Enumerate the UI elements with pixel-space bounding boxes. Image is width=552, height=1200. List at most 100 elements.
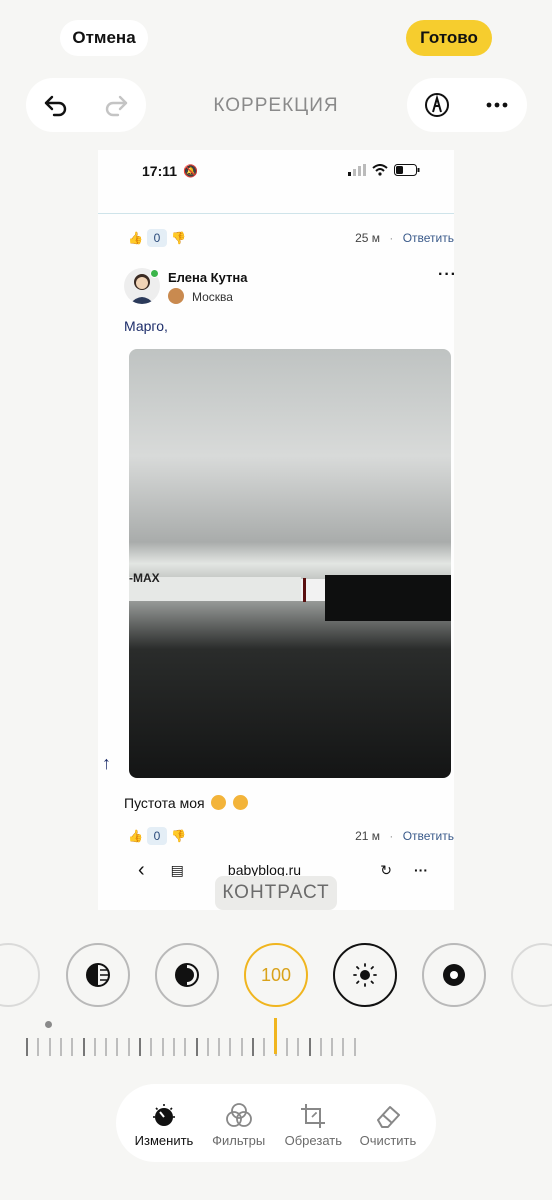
slider-tick [150, 1038, 153, 1056]
slider-tick [93, 1038, 96, 1056]
comment-meta: 25 м · Ответить [355, 231, 454, 245]
reply-link[interactable]: Ответить [403, 829, 454, 843]
slider-tick [331, 1038, 334, 1056]
cancel-button[interactable]: Отмена [60, 20, 148, 56]
divider [98, 213, 454, 214]
post-photo[interactable]: -MAX [129, 349, 451, 778]
thumb-down-icon[interactable]: 👎 [171, 829, 186, 843]
post-more-button[interactable]: ··· [438, 266, 454, 284]
online-indicator [150, 269, 159, 278]
post-time: 21 м [355, 829, 381, 843]
slider-tick [353, 1038, 356, 1056]
slider-tick [82, 1038, 85, 1056]
scroll-top-icon[interactable]: ↑ [102, 753, 111, 774]
slider-tick [26, 1038, 28, 1056]
signal-icon [348, 163, 366, 179]
battery-icon [394, 163, 420, 179]
post-greeting: Марго, [124, 318, 168, 334]
sun-icon [353, 963, 377, 987]
eraser-icon [373, 1099, 403, 1133]
slider-tick [229, 1038, 232, 1056]
tab-filters[interactable]: Фильтры [203, 1099, 275, 1148]
crop-icon [298, 1099, 328, 1133]
slider-tick [342, 1038, 345, 1056]
tabs-icon[interactable]: ▤ [171, 862, 184, 879]
markup-more-group [407, 78, 527, 132]
slider-tick [285, 1038, 288, 1056]
slider-tick [263, 1038, 266, 1056]
post-location: Москва [192, 290, 233, 304]
slider-tick [206, 1038, 209, 1056]
adjust-option-brilliance[interactable] [155, 943, 219, 1007]
adjustment-value: 100 [260, 964, 292, 985]
meta-separator: · [389, 231, 394, 245]
slider-pointer[interactable] [274, 1018, 277, 1054]
more-options-icon[interactable] [477, 85, 517, 125]
tab-clean[interactable]: Очистить [352, 1099, 424, 1148]
adjust-option-prev[interactable] [0, 943, 40, 1007]
slider-tick [139, 1038, 141, 1056]
meta-separator: · [389, 829, 394, 843]
browser-more-icon[interactable]: ··· [414, 862, 428, 878]
girl-emoji-icon [168, 288, 184, 304]
status-time: 17:11 [142, 163, 178, 179]
slider-tick [105, 1038, 108, 1056]
slider-tick [195, 1038, 198, 1056]
slider-tick [71, 1038, 74, 1056]
adjust-option-black-point[interactable] [422, 943, 486, 1007]
test-line [303, 578, 306, 602]
half-circle-lines-icon [86, 963, 110, 987]
comment-actions: 👍 0 👎 25 м · Ответить [128, 227, 454, 249]
markup-pen-icon[interactable] [417, 85, 457, 125]
thumb-down-icon[interactable]: 👎 [171, 231, 186, 245]
comment-time: 25 м [355, 231, 381, 245]
reload-icon[interactable]: ↻ [380, 862, 392, 879]
wifi-icon [372, 163, 388, 179]
tab-label: Изменить [134, 1133, 194, 1148]
adjustment-name: КОНТРАСТ [215, 876, 337, 910]
tab-adjust[interactable]: Изменить [128, 1099, 200, 1148]
post-author[interactable]: Елена Кутна [168, 270, 247, 285]
post-text: Пустота моя [124, 795, 249, 811]
thumb-up-icon[interactable]: 👍 [128, 829, 143, 843]
adjust-option-exposure[interactable] [66, 943, 130, 1007]
slider-tick [319, 1038, 322, 1056]
like-count: 0 [146, 827, 167, 845]
like-count: 0 [146, 229, 167, 247]
black-point-icon [443, 964, 465, 986]
edit-tab-bar: Изменить Фильтры Обрезать Очистить [116, 1084, 436, 1162]
slider-tick [308, 1038, 311, 1056]
adjust-dial-icon [149, 1099, 179, 1133]
slider-tick [240, 1038, 243, 1056]
adjust-option-next[interactable] [511, 943, 552, 1007]
emoji-icon [233, 795, 249, 810]
slider-tick [172, 1038, 175, 1056]
tab-label: Обрезать [284, 1133, 342, 1148]
tab-label: Фильтры [212, 1133, 266, 1148]
slider-tick [48, 1038, 51, 1056]
slider-tick [297, 1038, 300, 1056]
status-bar: 17:11 🔕 [98, 150, 454, 192]
slider-tick [127, 1038, 130, 1056]
slider-tick [218, 1038, 221, 1056]
slider-tick [252, 1038, 254, 1056]
emoji-icon [211, 795, 227, 810]
slider-tick [37, 1038, 40, 1056]
reply-link[interactable]: Ответить [403, 231, 454, 245]
post-actions: 👍 0 👎 21 м · Ответить [128, 825, 454, 847]
tab-label: Очистить [359, 1133, 417, 1148]
edited-screenshot: 17:11 🔕 👍 0 👎 25 м · Ответить Елена Кутн… [98, 150, 454, 910]
adjust-option-brightness[interactable] [333, 943, 397, 1007]
adjust-option-contrast[interactable]: 100 [244, 943, 308, 1007]
thumb-up-icon[interactable]: 👍 [128, 231, 143, 245]
tab-crop[interactable]: Обрезать [277, 1099, 349, 1148]
strip-label: -MAX [129, 571, 160, 585]
strip-handle [325, 575, 451, 621]
done-button[interactable]: Готово [406, 20, 492, 56]
filters-icon [224, 1099, 254, 1133]
back-chevron-icon[interactable]: ‹ [138, 859, 145, 882]
slider-tick [161, 1038, 164, 1056]
slider-tick [59, 1038, 62, 1056]
post-text-content: Пустота моя [124, 795, 205, 811]
post-meta: 21 м · Ответить [355, 829, 454, 843]
